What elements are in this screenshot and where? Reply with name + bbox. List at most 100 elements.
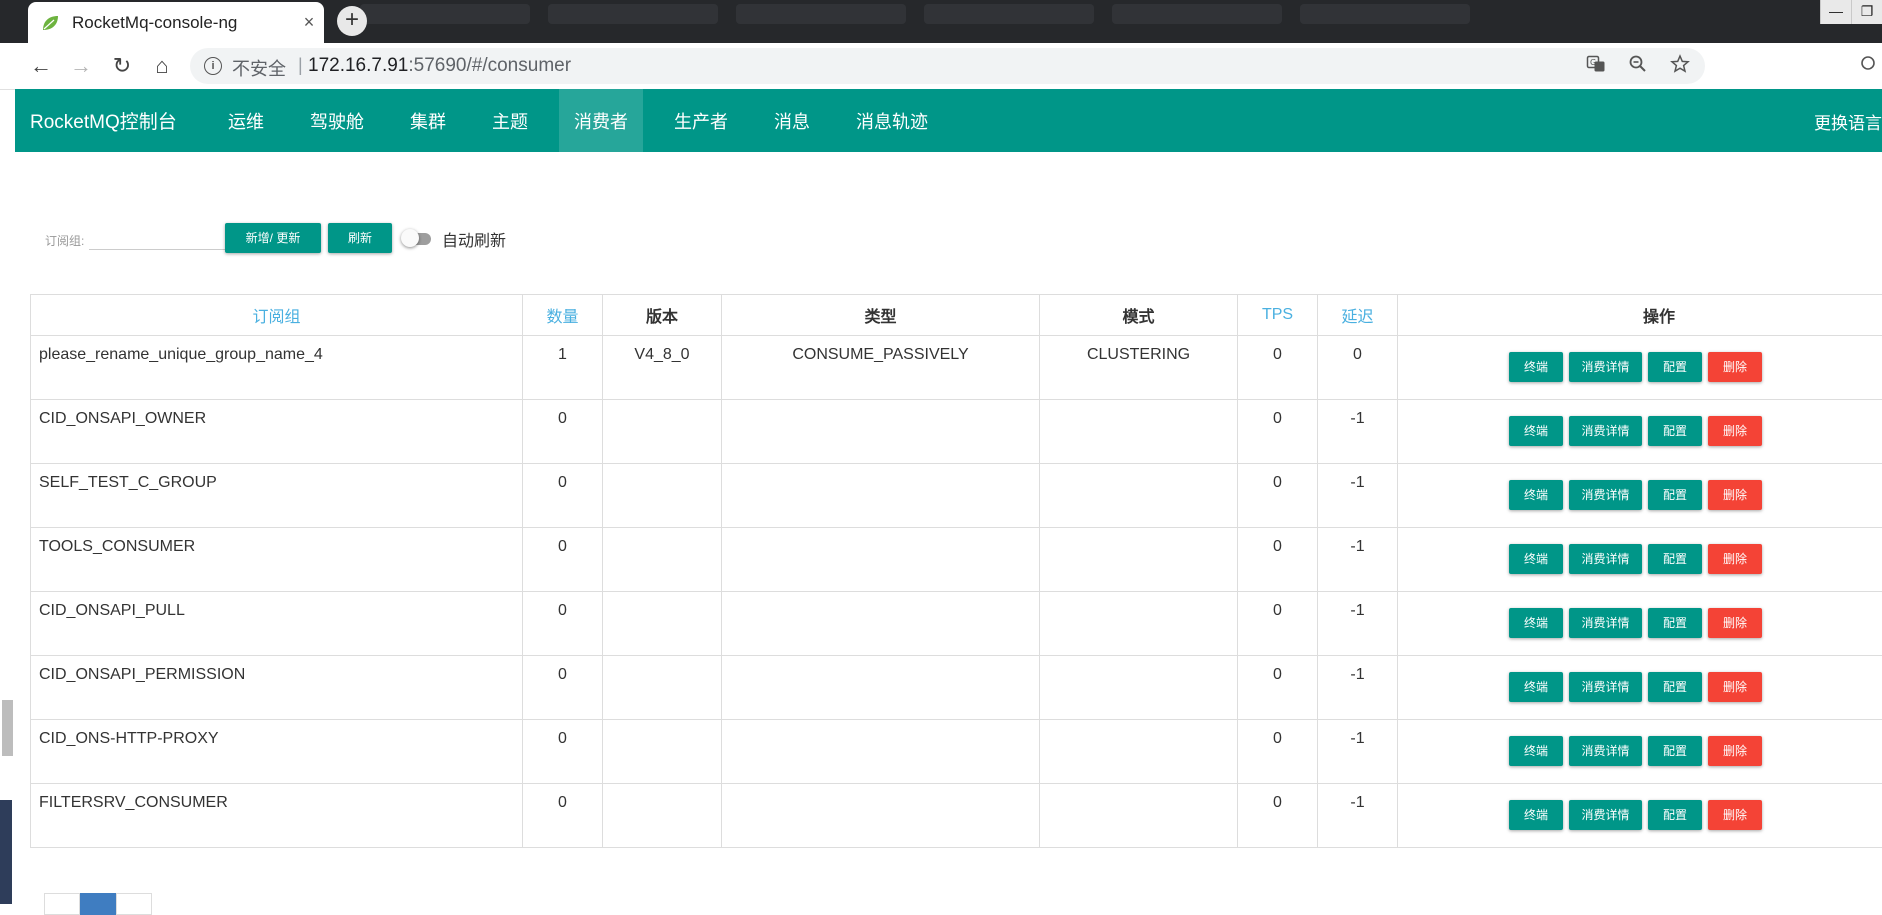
- cell-count: 0: [523, 720, 603, 784]
- cell-type: [722, 720, 1040, 784]
- cell-delay: -1: [1318, 464, 1398, 528]
- refresh-button[interactable]: 刷新: [328, 223, 392, 253]
- separator: |: [298, 55, 303, 76]
- url-text[interactable]: 172.16.7.91:57690/#/consumer: [308, 55, 571, 77]
- forward-button[interactable]: →: [67, 53, 95, 81]
- client-button[interactable]: 终端: [1509, 416, 1563, 446]
- nav-item-consumer[interactable]: 消费者: [559, 89, 643, 152]
- delete-button[interactable]: 删除: [1708, 608, 1762, 638]
- header-version: 版本: [603, 295, 722, 336]
- cell-delay: -1: [1318, 656, 1398, 720]
- table-header-row: 订阅组 数量 版本 类型 模式 TPS 延迟 操作: [31, 295, 1882, 336]
- consume-detail-button[interactable]: 消费详情: [1569, 480, 1642, 510]
- background-tab[interactable]: [924, 4, 1094, 24]
- active-browser-tab[interactable]: RocketMq-console-ng ×: [28, 2, 324, 43]
- delete-button[interactable]: 删除: [1708, 672, 1762, 702]
- new-tab-button[interactable]: +: [337, 6, 367, 36]
- nav-item-producer[interactable]: 生产者: [659, 89, 743, 152]
- consume-detail-button[interactable]: 消费详情: [1569, 736, 1642, 766]
- background-tab[interactable]: [548, 4, 718, 24]
- client-button[interactable]: 终端: [1509, 800, 1563, 830]
- client-button[interactable]: 终端: [1509, 544, 1563, 574]
- page-next-button[interactable]: [116, 893, 152, 915]
- star-icon[interactable]: [1669, 54, 1691, 76]
- nav-item-message-trace[interactable]: 消息轨迹: [841, 89, 943, 152]
- info-icon[interactable]: i: [204, 57, 222, 75]
- cell-version: [603, 784, 722, 848]
- config-button[interactable]: 配置: [1648, 736, 1702, 766]
- client-button[interactable]: 终端: [1509, 672, 1563, 702]
- scrollbar-thumb[interactable]: [2, 700, 13, 756]
- header-group[interactable]: 订阅组: [31, 295, 523, 336]
- delete-button[interactable]: 删除: [1708, 800, 1762, 830]
- consume-detail-button[interactable]: 消费详情: [1569, 416, 1642, 446]
- delete-button[interactable]: 删除: [1708, 480, 1762, 510]
- config-button[interactable]: 配置: [1648, 608, 1702, 638]
- nav-item-dashboard[interactable]: 驾驶舱: [295, 89, 379, 152]
- zoom-icon[interactable]: [1627, 54, 1649, 76]
- config-button[interactable]: 配置: [1648, 544, 1702, 574]
- config-button[interactable]: 配置: [1648, 416, 1702, 446]
- config-button[interactable]: 配置: [1648, 672, 1702, 702]
- auto-refresh-label: 自动刷新: [442, 227, 506, 251]
- nav-item-cluster[interactable]: 集群: [395, 89, 461, 152]
- delete-button[interactable]: 删除: [1708, 352, 1762, 382]
- reload-button[interactable]: ↻: [108, 53, 136, 81]
- background-tab[interactable]: [1112, 4, 1282, 24]
- table-body: please_rename_unique_group_name_41V4_8_0…: [31, 336, 1882, 848]
- delete-button[interactable]: 删除: [1708, 736, 1762, 766]
- background-tab[interactable]: [360, 4, 530, 24]
- delete-button[interactable]: 删除: [1708, 544, 1762, 574]
- add-update-button[interactable]: 新增/ 更新: [225, 223, 321, 253]
- nav-item-message[interactable]: 消息: [759, 89, 825, 152]
- header-tps[interactable]: TPS: [1238, 295, 1318, 336]
- client-button[interactable]: 终端: [1509, 352, 1563, 382]
- nav-item-topic[interactable]: 主题: [477, 89, 543, 152]
- close-icon[interactable]: ×: [294, 12, 324, 33]
- cell-count: 0: [523, 528, 603, 592]
- address-bar[interactable]: i 不安全 | 172.16.7.91:57690/#/consumer G: [190, 48, 1705, 84]
- cell-type: CONSUME_PASSIVELY: [722, 336, 1040, 400]
- config-button[interactable]: 配置: [1648, 480, 1702, 510]
- brand-title[interactable]: RocketMQ控制台: [30, 107, 177, 134]
- table-row: TOOLS_CONSUMER00-1终端消费详情配置删除: [31, 528, 1882, 592]
- cell-delay: -1: [1318, 400, 1398, 464]
- translate-icon[interactable]: G: [1585, 54, 1607, 76]
- security-label[interactable]: 不安全: [232, 55, 286, 81]
- table-row: CID_ONSAPI_OWNER00-1终端消费详情配置删除: [31, 400, 1882, 464]
- consume-detail-button[interactable]: 消费详情: [1569, 608, 1642, 638]
- group-filter-input[interactable]: [89, 225, 225, 250]
- browser-tabstrip: RocketMq-console-ng × + — ❐: [0, 0, 1882, 43]
- consume-detail-button[interactable]: 消费详情: [1569, 672, 1642, 702]
- cell-ops: 终端消费详情配置删除: [1398, 528, 1882, 592]
- config-button[interactable]: 配置: [1648, 352, 1702, 382]
- page-prev-button[interactable]: [44, 893, 80, 915]
- browser-menu-icon[interactable]: [1860, 53, 1876, 79]
- row-actions: 终端消费详情配置删除: [1399, 480, 1882, 510]
- home-button[interactable]: ⌂: [148, 53, 176, 81]
- back-button[interactable]: ←: [27, 53, 55, 81]
- minimize-button[interactable]: —: [1820, 0, 1851, 24]
- header-delay[interactable]: 延迟: [1318, 295, 1398, 336]
- app-navbar: RocketMQ控制台 运维 驾驶舱 集群 主题 消费者 生产者 消息 消息轨迹…: [15, 89, 1882, 152]
- header-count[interactable]: 数量: [523, 295, 603, 336]
- auto-refresh-toggle[interactable]: [401, 228, 433, 248]
- client-button[interactable]: 终端: [1509, 608, 1563, 638]
- change-language-button[interactable]: 更换语言: [1814, 109, 1882, 134]
- background-tab[interactable]: [736, 4, 906, 24]
- consume-detail-button[interactable]: 消费详情: [1569, 544, 1642, 574]
- cell-type: [722, 784, 1040, 848]
- client-button[interactable]: 终端: [1509, 736, 1563, 766]
- client-button[interactable]: 终端: [1509, 480, 1563, 510]
- nav-item-ops[interactable]: 运维: [213, 89, 279, 152]
- background-tab[interactable]: [1300, 4, 1470, 24]
- restore-button[interactable]: ❐: [1851, 0, 1882, 24]
- window-controls: — ❐: [1820, 0, 1882, 24]
- background-window-edge: [0, 800, 12, 904]
- page-current-button[interactable]: [80, 893, 116, 915]
- consume-detail-button[interactable]: 消费详情: [1569, 352, 1642, 382]
- consume-detail-button[interactable]: 消费详情: [1569, 800, 1642, 830]
- cell-delay: -1: [1318, 784, 1398, 848]
- delete-button[interactable]: 删除: [1708, 416, 1762, 446]
- config-button[interactable]: 配置: [1648, 800, 1702, 830]
